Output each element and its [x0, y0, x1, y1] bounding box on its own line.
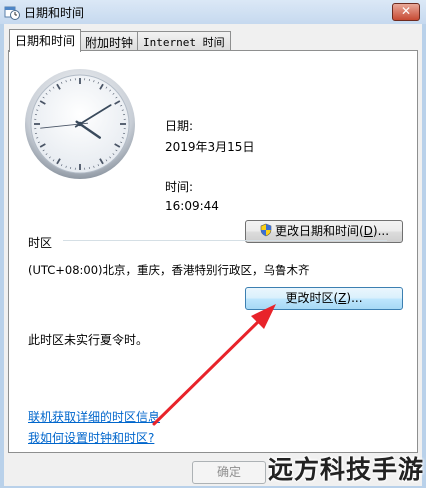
title-bar[interactable]: 日期和时间 ✕ — [0, 0, 426, 24]
time-value: 16:09:44 — [165, 199, 219, 213]
timezone-info-link[interactable]: 联机获取详细的时区信息 — [28, 408, 160, 425]
how-to-set-clock-link[interactable]: 我如何设置时钟和时区? — [28, 429, 154, 446]
analog-clock — [25, 69, 135, 179]
tab-panel-date-time: 日期: 2019年3月15日 时间: 16:09:44 更改日期和时间(D)..… — [8, 50, 418, 453]
close-icon: ✕ — [400, 4, 412, 18]
timezone-value: (UTC+08:00)北京，重庆，香港特别行政区，乌鲁木齐 — [28, 263, 310, 277]
change-timezone-button[interactable]: 更改时区(Z)... — [245, 287, 403, 310]
clock-calendar-icon — [4, 6, 20, 20]
tab-internet-time[interactable]: Internet 时间 — [137, 31, 231, 51]
timezone-divider — [63, 240, 387, 241]
dialog-body: 日期和时间 附加时钟 Internet 时间 日期: 2019年3月15日 时间… — [4, 24, 422, 486]
tab-date-time[interactable]: 日期和时间 — [9, 29, 82, 52]
watermark-text: 远方科技手游 — [267, 455, 424, 484]
date-label: 日期: — [165, 119, 194, 133]
dst-note: 此时区未实行夏令时。 — [28, 333, 149, 347]
close-button[interactable]: ✕ — [392, 3, 420, 21]
date-value: 2019年3月15日 — [165, 140, 255, 154]
timezone-section-label: 时区 — [28, 236, 53, 250]
tab-additional-clocks[interactable]: 附加时钟 — [79, 31, 140, 51]
time-label: 时间: — [165, 180, 194, 194]
window-title: 日期和时间 — [24, 6, 85, 20]
ok-button[interactable]: 确定 — [192, 461, 266, 484]
uac-shield-icon — [260, 223, 272, 237]
